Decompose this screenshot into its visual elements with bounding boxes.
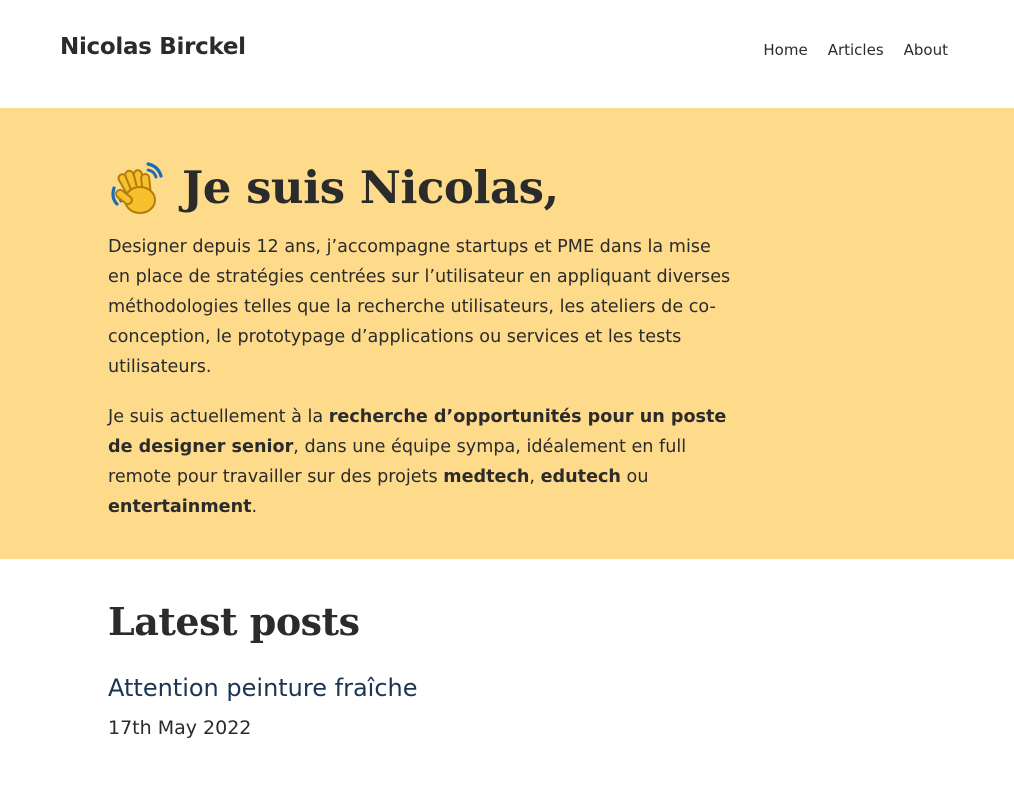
availability-text-1: Je suis actuellement à la (108, 407, 329, 427)
availability-text-4: ou (620, 467, 649, 487)
post-list-item: Attention peinture fraîche 17th May 2022 (108, 672, 1014, 741)
hero-heading: Je suis Nicolas, (182, 161, 559, 214)
availability-highlight-entertainment: entertainment (108, 497, 252, 517)
nav-home-link[interactable]: Home (763, 41, 807, 59)
latest-posts-heading: Latest posts (108, 599, 360, 644)
main-nav: Home Articles About (763, 41, 948, 59)
latest-posts-section: Latest posts Attention peinture fraîche … (0, 559, 1014, 741)
availability-highlight-edutech: edutech (540, 467, 621, 487)
availability-text-5: . (251, 497, 258, 517)
hero-heading-row: Je suis Nicolas, (108, 158, 738, 218)
hero-section: Je suis Nicolas, Designer depuis 12 ans,… (0, 108, 1014, 559)
nav-articles-link[interactable]: Articles (828, 41, 884, 59)
hero-bio: Designer depuis 12 ans, j’accompagne sta… (108, 237, 731, 377)
availability-highlight-medtech: medtech (443, 467, 530, 487)
nav-about-link[interactable]: About (904, 41, 948, 59)
availability-text-3: , (529, 467, 541, 487)
site-header: Nicolas Birckel Home Articles About (0, 0, 1014, 108)
post-date: 17th May 2022 (108, 717, 252, 739)
hero-availability: Je suis actuellement à la recherche d’op… (108, 402, 738, 522)
post-title-link[interactable]: Attention peinture fraîche (108, 672, 1014, 704)
site-title-link[interactable]: Nicolas Birckel (60, 34, 246, 60)
hero-content: Je suis Nicolas, Designer depuis 12 ans,… (108, 158, 738, 522)
waving-hand-icon (108, 158, 168, 218)
